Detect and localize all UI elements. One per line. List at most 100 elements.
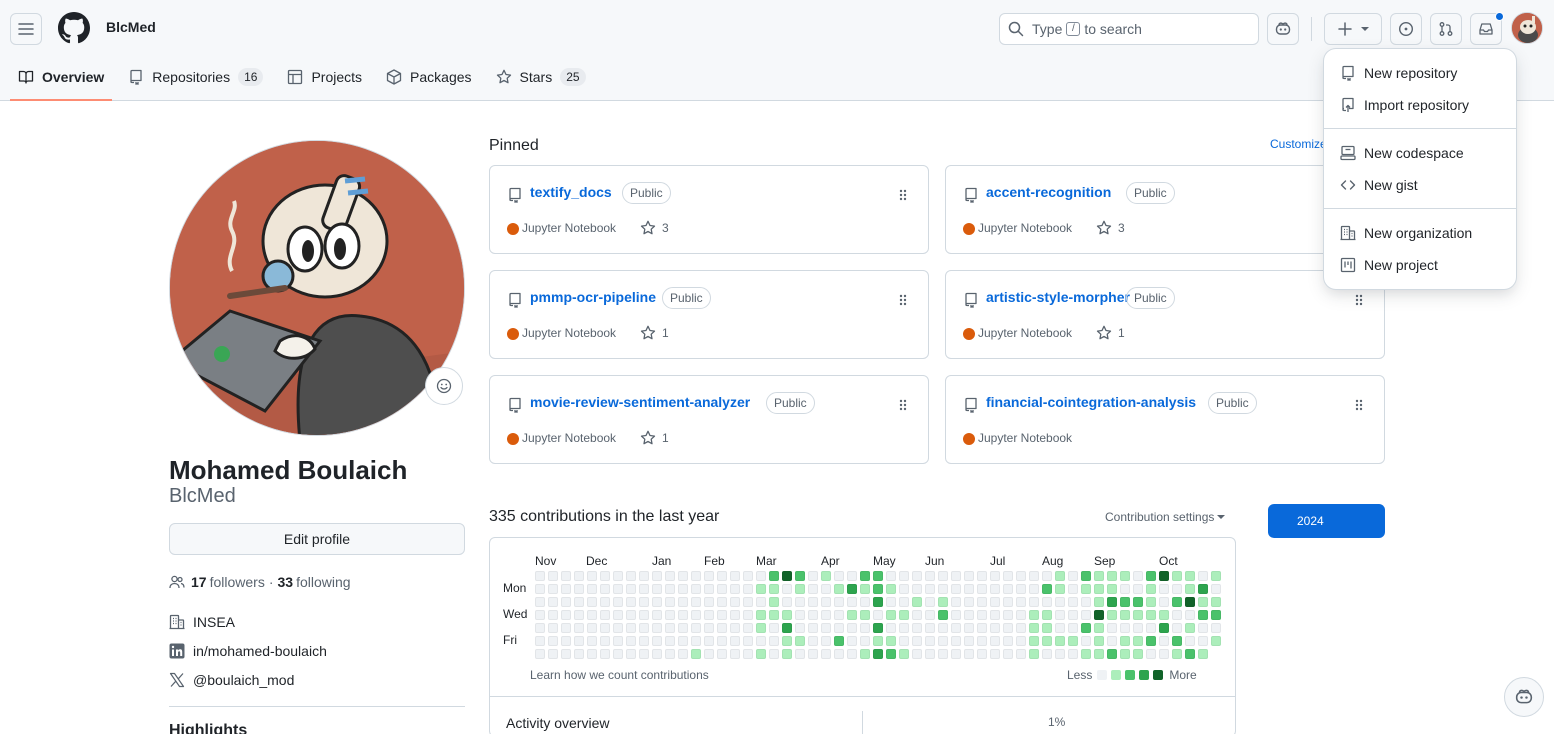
contribution-day[interactable] [1003,636,1013,646]
contribution-day[interactable] [1042,636,1052,646]
contribution-day[interactable] [652,571,662,581]
menu-item-new-gist[interactable]: New gist [1332,169,1508,201]
contribution-day[interactable] [561,636,571,646]
contribution-day[interactable] [834,610,844,620]
contribution-day[interactable] [1068,597,1078,607]
contribution-day[interactable] [1133,623,1143,633]
contribution-day[interactable] [730,597,740,607]
contribution-day[interactable] [548,623,558,633]
contribution-day[interactable] [600,623,610,633]
contribution-day[interactable] [665,597,675,607]
contribution-day[interactable] [912,584,922,594]
contribution-day[interactable] [678,597,688,607]
contribution-day[interactable] [1042,584,1052,594]
contribution-day[interactable] [639,610,649,620]
tab-repositories[interactable]: Repositories 16 [120,60,271,93]
contribution-day[interactable] [626,636,636,646]
contribution-day[interactable] [1068,623,1078,633]
contribution-day[interactable] [730,649,740,659]
contribution-day[interactable] [1146,610,1156,620]
contribution-day[interactable] [1055,597,1065,607]
contribution-day[interactable] [938,571,948,581]
contribution-day[interactable] [535,649,545,659]
contribution-day[interactable] [548,610,558,620]
contribution-day[interactable] [587,584,597,594]
contribution-day[interactable] [535,610,545,620]
contribution-day[interactable] [1068,636,1078,646]
contribution-day[interactable] [951,571,961,581]
contribution-day[interactable] [964,571,974,581]
contribution-day[interactable] [1120,610,1130,620]
contribution-day[interactable] [1081,571,1091,581]
contribution-day[interactable] [912,649,922,659]
linkedin-item[interactable]: in/mohamed-boulaich [169,643,327,659]
contribution-day[interactable] [912,610,922,620]
contribution-day[interactable] [769,584,779,594]
contribution-day[interactable] [1172,610,1182,620]
contribution-day[interactable] [1107,584,1117,594]
contribution-day[interactable] [821,571,831,581]
contribution-day[interactable] [561,623,571,633]
repo-name-link[interactable]: movie-review-sentiment-analyzer [530,394,750,410]
contribution-day[interactable] [730,623,740,633]
contribution-day[interactable] [613,610,623,620]
contribution-day[interactable] [756,610,766,620]
contribution-day[interactable] [626,649,636,659]
contribution-day[interactable] [691,571,701,581]
contribution-day[interactable] [639,636,649,646]
contribution-day[interactable] [990,636,1000,646]
contribution-day[interactable] [821,597,831,607]
contribution-day[interactable] [1172,584,1182,594]
contribution-day[interactable] [1016,636,1026,646]
contribution-day[interactable] [1120,571,1130,581]
contribution-day[interactable] [964,623,974,633]
contribution-day[interactable] [769,623,779,633]
contribution-day[interactable] [652,597,662,607]
contribution-day[interactable] [691,636,701,646]
contribution-day[interactable] [704,649,714,659]
contribution-day[interactable] [600,571,610,581]
contribution-day[interactable] [1159,623,1169,633]
set-status-button[interactable] [425,367,463,405]
contribution-day[interactable] [1016,610,1026,620]
contribution-day[interactable] [1172,571,1182,581]
contribution-day[interactable] [717,571,727,581]
contribution-day[interactable] [1029,610,1039,620]
contribution-day[interactable] [1211,623,1221,633]
contribution-day[interactable] [834,649,844,659]
contribution-day[interactable] [1211,610,1221,620]
contribution-day[interactable] [951,597,961,607]
contribution-day[interactable] [769,636,779,646]
contribution-day[interactable] [587,636,597,646]
contribution-day[interactable] [756,623,766,633]
contribution-day[interactable] [951,584,961,594]
contribution-day[interactable] [717,636,727,646]
contribution-day[interactable] [821,584,831,594]
contribution-day[interactable] [730,571,740,581]
contribution-day[interactable] [938,649,948,659]
contribution-day[interactable] [756,649,766,659]
menu-item-new-project[interactable]: New project [1332,249,1508,281]
contribution-day[interactable] [1146,649,1156,659]
contribution-day[interactable] [574,571,584,581]
repo-stars-link[interactable]: 3 [1096,220,1125,236]
contribution-day[interactable] [925,610,935,620]
contribution-day[interactable] [1133,597,1143,607]
menu-item-new-repository[interactable]: New repository [1332,57,1508,89]
contribution-day[interactable] [769,597,779,607]
contribution-day[interactable] [1068,610,1078,620]
contribution-day[interactable] [1042,623,1052,633]
contribution-day[interactable] [574,623,584,633]
contribution-day[interactable] [1094,571,1104,581]
contribution-day[interactable] [574,584,584,594]
contribution-day[interactable] [899,649,909,659]
contribution-day[interactable] [1146,571,1156,581]
contribution-day[interactable] [834,571,844,581]
contribution-day[interactable] [704,584,714,594]
contribution-day[interactable] [990,571,1000,581]
tab-packages[interactable]: Packages [378,60,479,93]
contribution-day[interactable] [1159,610,1169,620]
contribution-day[interactable] [964,649,974,659]
contribution-day[interactable] [1185,649,1195,659]
contribution-day[interactable] [1094,584,1104,594]
